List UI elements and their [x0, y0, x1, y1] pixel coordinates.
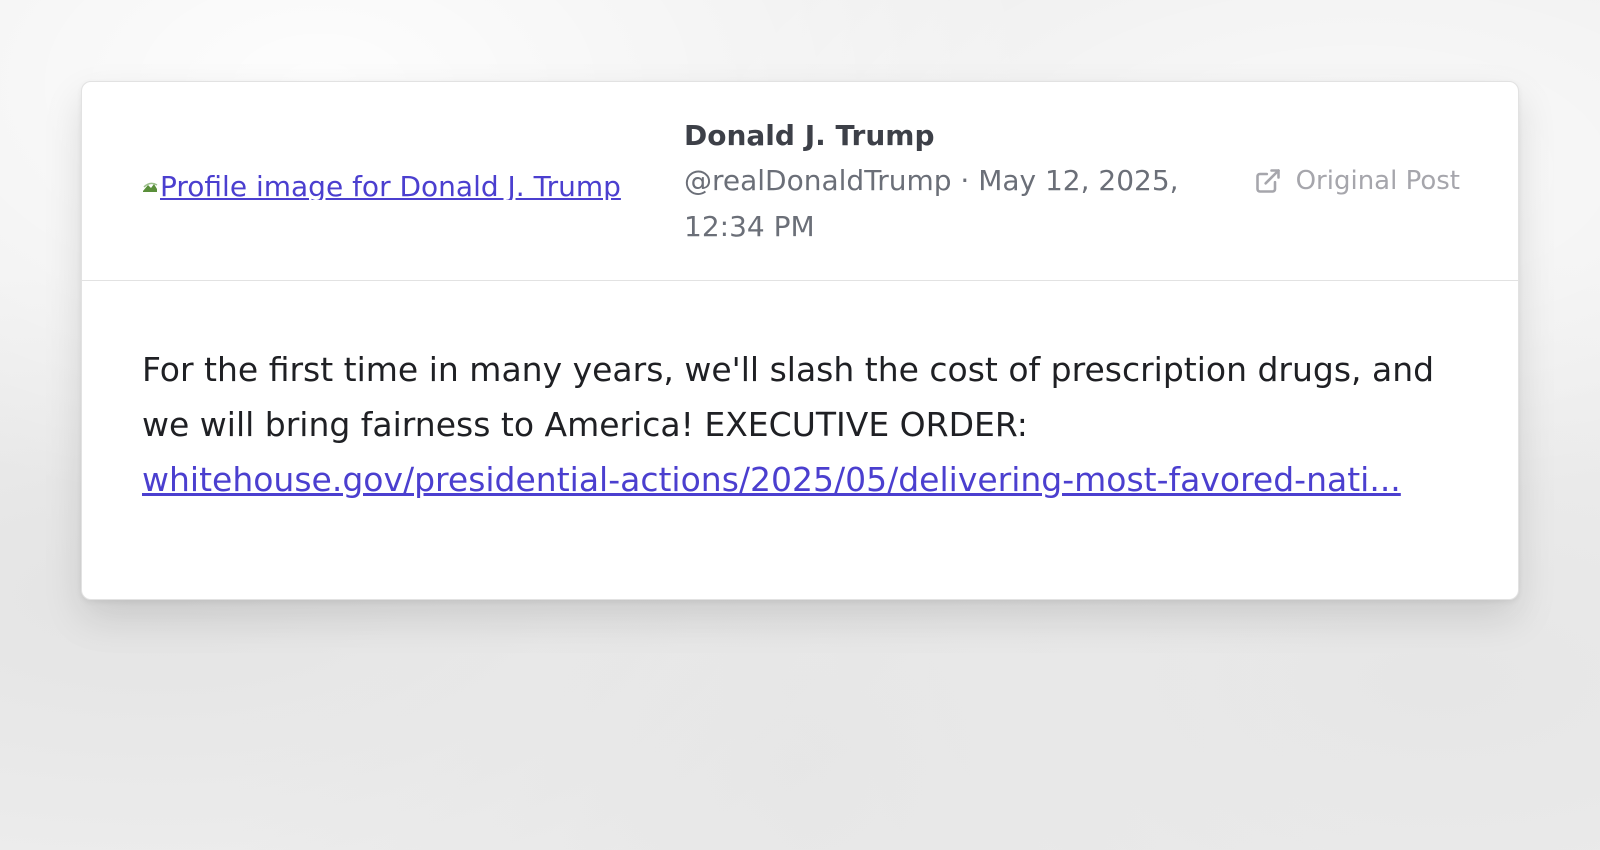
- post-header: Profile image for Donald J. Trump Donald…: [82, 82, 1518, 281]
- post-card: Profile image for Donald J. Trump Donald…: [81, 81, 1519, 600]
- post-text: For the first time in many years, we'll …: [142, 350, 1435, 444]
- post-link[interactable]: whitehouse.gov/presidential-actions/2025…: [142, 452, 1452, 507]
- broken-image-icon: [143, 182, 158, 192]
- avatar[interactable]: Profile image for Donald J. Trump: [142, 170, 654, 200]
- author-name[interactable]: Donald J. Trump: [684, 118, 1204, 154]
- original-post-label: Original Post: [1295, 166, 1460, 196]
- post-body: For the first time in many years, we'll …: [142, 342, 1462, 507]
- avatar-alt-text[interactable]: Profile image for Donald J. Trump: [160, 170, 621, 200]
- external-link-icon: [1255, 169, 1280, 193]
- author-meta-block: Donald J. Trump @realDonaldTrump · May 1…: [684, 118, 1204, 250]
- author-handle-date: @realDonaldTrump · May 12, 2025, 12:34 P…: [684, 164, 1179, 243]
- original-post-link[interactable]: Original Post: [1254, 166, 1460, 196]
